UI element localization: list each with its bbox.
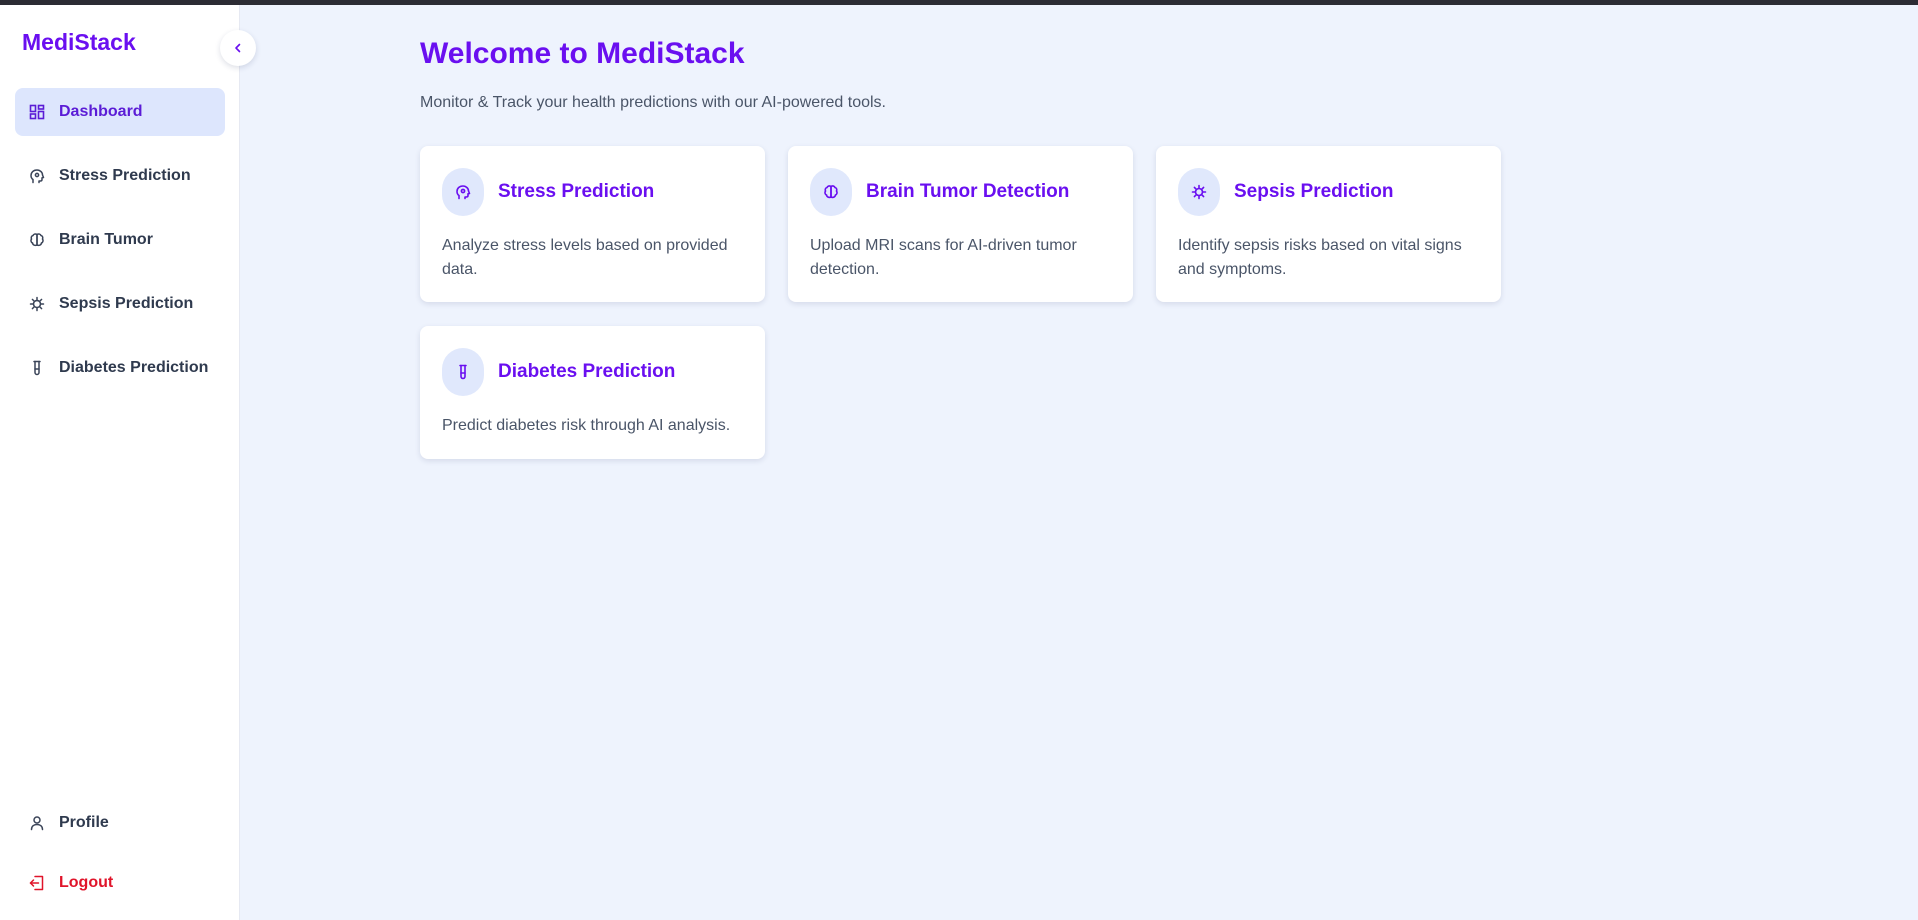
- virus-icon: [1178, 168, 1220, 216]
- sidebar-item-label: Stress Prediction: [59, 167, 191, 184]
- brand-logo[interactable]: MediStack: [22, 29, 136, 56]
- head-icon: [442, 168, 484, 216]
- sidebar-nav: Dashboard Stress Prediction Brain Tumor …: [15, 88, 225, 408]
- sidebar-item-label: Logout: [59, 874, 114, 891]
- sidebar-item-label: Dashboard: [59, 103, 143, 120]
- virus-icon: [27, 294, 47, 314]
- card-description: Identify sepsis risks based on vital sig…: [1178, 237, 1462, 278]
- brain-icon: [27, 230, 47, 250]
- card-sepsis-prediction[interactable]: Sepsis Prediction Identify sepsis risks …: [1156, 146, 1501, 302]
- brain-icon: [810, 168, 852, 216]
- sidebar-bottom-nav: Profile Logout: [15, 799, 225, 919]
- card-title: Sepsis Prediction: [1234, 181, 1394, 202]
- window-top-bar: [0, 0, 1918, 5]
- card-title: Diabetes Prediction: [498, 361, 676, 382]
- card-title: Stress Prediction: [498, 181, 655, 202]
- sidebar-item-sepsis-prediction[interactable]: Sepsis Prediction: [15, 280, 225, 328]
- page-subtitle: Monitor & Track your health predictions …: [420, 94, 886, 111]
- sidebar-item-profile[interactable]: Profile: [15, 799, 225, 847]
- sidebar-item-label: Profile: [59, 814, 109, 831]
- card-title: Brain Tumor Detection: [866, 181, 1070, 202]
- sidebar-collapse-button[interactable]: [220, 30, 256, 66]
- test-tube-icon: [27, 358, 47, 378]
- card-stress-prediction[interactable]: Stress Prediction Analyze stress levels …: [420, 146, 765, 302]
- logout-icon: [27, 873, 47, 893]
- user-icon: [27, 813, 47, 833]
- sidebar-item-label: Sepsis Prediction: [59, 295, 194, 312]
- card-description: Analyze stress levels based on provided …: [442, 237, 728, 278]
- test-tube-icon: [442, 348, 484, 396]
- sidebar-item-diabetes-prediction[interactable]: Diabetes Prediction: [15, 344, 225, 392]
- page-title: Welcome to MediStack: [420, 37, 745, 70]
- card-description: Upload MRI scans for AI-driven tumor det…: [810, 237, 1077, 278]
- sidebar-item-stress-prediction[interactable]: Stress Prediction: [15, 152, 225, 200]
- chevron-left-icon: [235, 43, 241, 53]
- sidebar-item-label: Diabetes Prediction: [59, 359, 209, 376]
- card-diabetes-prediction[interactable]: Diabetes Prediction Predict diabetes ris…: [420, 326, 765, 459]
- logout-button[interactable]: Logout: [15, 859, 225, 907]
- head-icon: [27, 166, 47, 186]
- sidebar-item-brain-tumor[interactable]: Brain Tumor: [15, 216, 225, 264]
- dashboard-icon: [27, 102, 47, 122]
- card-description: Predict diabetes risk through AI analysi…: [442, 417, 731, 434]
- sidebar-item-dashboard[interactable]: Dashboard: [15, 88, 225, 136]
- sidebar-item-label: Brain Tumor: [59, 231, 153, 248]
- sidebar: MediStack Dashboard Stress Prediction Br…: [0, 5, 256, 920]
- card-brain-tumor-detection[interactable]: Brain Tumor Detection Upload MRI scans f…: [788, 146, 1133, 302]
